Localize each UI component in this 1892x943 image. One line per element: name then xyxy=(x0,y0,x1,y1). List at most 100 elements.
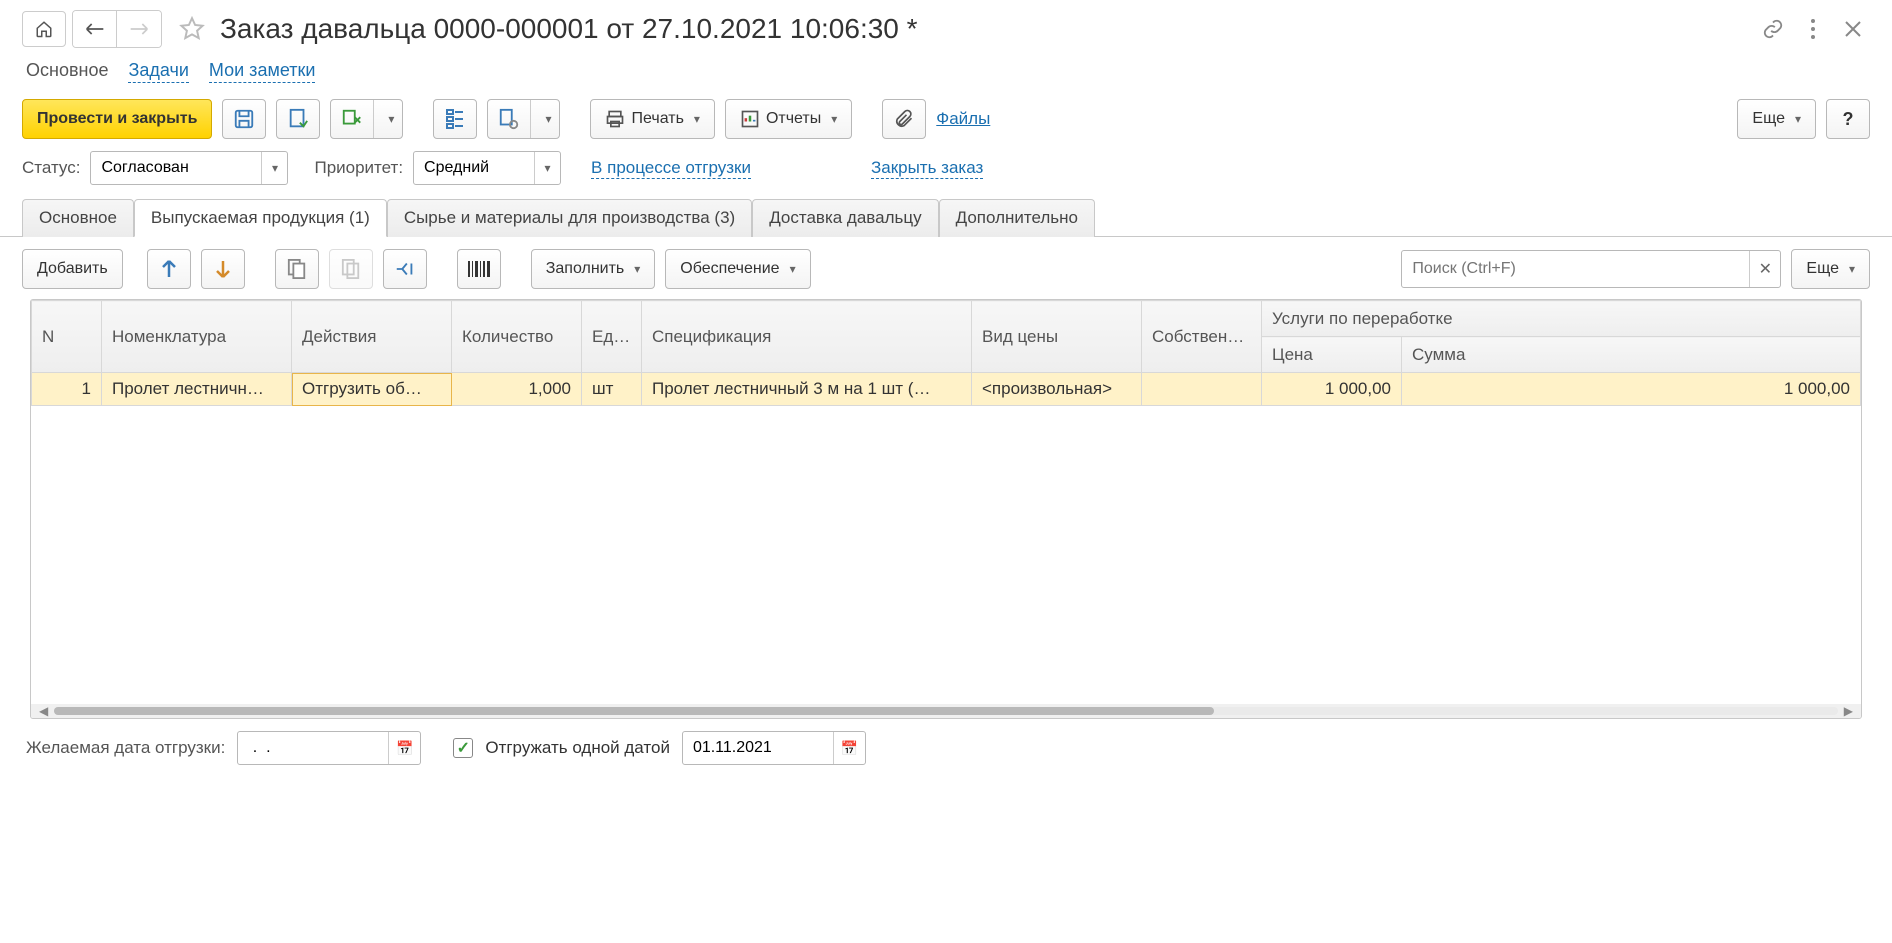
single-date-value[interactable] xyxy=(683,739,833,757)
favorite-button[interactable] xyxy=(174,11,210,47)
tab-delivery[interactable]: Доставка давальцу xyxy=(752,199,938,237)
reports-button[interactable]: Отчеты xyxy=(725,99,852,139)
col-unit[interactable]: Ед. изм. xyxy=(582,301,642,373)
cell-qty[interactable]: 1,000 xyxy=(452,373,582,406)
table-more-button[interactable]: Еще xyxy=(1791,249,1870,289)
cell-nomenclature[interactable]: Пролет лестничн… xyxy=(102,373,292,406)
search-input[interactable] xyxy=(1402,260,1749,278)
create-on-icon xyxy=(341,108,363,130)
cell-n[interactable]: 1 xyxy=(32,373,102,406)
forward-button[interactable] xyxy=(117,11,161,47)
cell-own[interactable] xyxy=(1142,373,1262,406)
col-spec[interactable]: Спецификация xyxy=(642,301,972,373)
col-sum[interactable]: Сумма xyxy=(1402,337,1861,373)
status-combo[interactable]: ▾ xyxy=(90,151,288,185)
provision-button[interactable]: Обеспечение xyxy=(665,249,810,289)
docflow-icon xyxy=(498,108,520,130)
cell-price[interactable]: 1 000,00 xyxy=(1262,373,1402,406)
fill-button[interactable]: Заполнить xyxy=(531,249,656,289)
col-price[interactable]: Цена xyxy=(1262,337,1402,373)
section-tab-notes[interactable]: Мои заметки xyxy=(209,60,316,83)
reports-label: Отчеты xyxy=(766,110,821,128)
attach-button[interactable] xyxy=(882,99,926,139)
post-button[interactable] xyxy=(276,99,320,139)
tab-main[interactable]: Основное xyxy=(22,199,134,237)
horizontal-scrollbar[interactable]: ◀ ▶ xyxy=(31,704,1861,718)
col-n[interactable]: N xyxy=(32,301,102,373)
table-row[interactable]: 1 Пролет лестничн… Отгрузить об… 1,000 ш… xyxy=(32,373,1861,406)
arrow-left-icon xyxy=(85,22,105,36)
scrollbar-thumb[interactable] xyxy=(54,707,1213,715)
tab-products[interactable]: Выпускаемая продукция (1) xyxy=(134,199,387,237)
kebab-icon xyxy=(1810,18,1816,40)
single-date-checkbox[interactable]: ✓ xyxy=(453,738,473,758)
move-down-button[interactable] xyxy=(201,249,245,289)
col-qty[interactable]: Количество xyxy=(452,301,582,373)
add-row-button[interactable]: Добавить xyxy=(22,249,123,289)
arrow-up-icon xyxy=(161,259,177,279)
create-based-on-button[interactable]: ▾ xyxy=(330,99,403,139)
tab-materials[interactable]: Сырье и материалы для производства (3) xyxy=(387,199,752,237)
clip-icon xyxy=(894,108,914,130)
status-value[interactable] xyxy=(91,152,261,184)
clear-search-button[interactable]: ✕ xyxy=(1749,251,1780,287)
paste-button[interactable] xyxy=(329,249,373,289)
single-date-input[interactable]: 📅 xyxy=(682,731,866,765)
print-icon xyxy=(605,109,625,129)
print-label: Печать xyxy=(631,110,683,128)
structure-button[interactable] xyxy=(433,99,477,139)
search-box[interactable]: ✕ xyxy=(1401,250,1781,288)
help-button[interactable]: ? xyxy=(1826,99,1870,139)
chevron-down-icon[interactable]: ▾ xyxy=(534,152,560,184)
arrow-down-icon xyxy=(215,259,231,279)
post-and-close-button[interactable]: Провести и закрыть xyxy=(22,99,212,139)
calendar-icon[interactable]: 📅 xyxy=(833,732,865,764)
col-actions[interactable]: Действия xyxy=(292,301,452,373)
shipping-status-link[interactable]: В процессе отгрузки xyxy=(591,158,751,179)
desired-date-label: Желаемая дата отгрузки: xyxy=(26,738,225,758)
priority-label: Приоритет: xyxy=(314,158,403,178)
docflow-button[interactable]: ▾ xyxy=(487,99,560,139)
cell-sum[interactable]: 1 000,00 xyxy=(1402,373,1861,406)
desired-date-value[interactable] xyxy=(238,739,388,757)
copy-icon xyxy=(287,258,307,280)
post-icon xyxy=(287,108,309,130)
home-button[interactable] xyxy=(22,11,66,47)
section-tab-tasks[interactable]: Задачи xyxy=(128,60,188,83)
back-button[interactable] xyxy=(73,11,117,47)
move-up-button[interactable] xyxy=(147,249,191,289)
cell-actions[interactable]: Отгрузить об… xyxy=(292,373,452,406)
status-label: Статус: xyxy=(22,158,80,178)
col-own[interactable]: Собственн материалы xyxy=(1142,301,1262,373)
close-icon xyxy=(1844,20,1862,38)
close-button[interactable] xyxy=(1836,12,1870,46)
cell-unit[interactable]: шт xyxy=(582,373,642,406)
more-button[interactable]: Еще xyxy=(1737,99,1816,139)
split-button[interactable] xyxy=(383,249,427,289)
home-icon xyxy=(35,20,53,38)
priority-value[interactable] xyxy=(414,152,534,184)
split-icon xyxy=(394,259,416,279)
print-button[interactable]: Печать xyxy=(590,99,714,139)
save-button[interactable] xyxy=(222,99,266,139)
menu-icon-button[interactable] xyxy=(1796,12,1830,46)
paste-icon xyxy=(341,258,361,280)
col-ptype[interactable]: Вид цены xyxy=(972,301,1142,373)
close-order-link[interactable]: Закрыть заказ xyxy=(871,158,983,179)
cell-spec[interactable]: Пролет лестничный 3 м на 1 шт (… xyxy=(642,373,972,406)
col-nomenclature[interactable]: Номенклатура xyxy=(102,301,292,373)
link-icon-button[interactable] xyxy=(1756,12,1790,46)
calendar-icon[interactable]: 📅 xyxy=(388,732,420,764)
col-services[interactable]: Услуги по переработке xyxy=(1262,301,1861,337)
copy-button[interactable] xyxy=(275,249,319,289)
cell-ptype[interactable]: <произвольная> xyxy=(972,373,1142,406)
desired-date-input[interactable]: 📅 xyxy=(237,731,421,765)
save-icon xyxy=(233,108,255,130)
structure-icon xyxy=(445,108,465,130)
files-link[interactable]: Файлы xyxy=(936,109,990,129)
priority-combo[interactable]: ▾ xyxy=(413,151,561,185)
tab-additional[interactable]: Дополнительно xyxy=(939,199,1095,237)
barcode-button[interactable] xyxy=(457,249,501,289)
section-tab-main[interactable]: Основное xyxy=(26,60,108,83)
chevron-down-icon[interactable]: ▾ xyxy=(261,152,287,184)
